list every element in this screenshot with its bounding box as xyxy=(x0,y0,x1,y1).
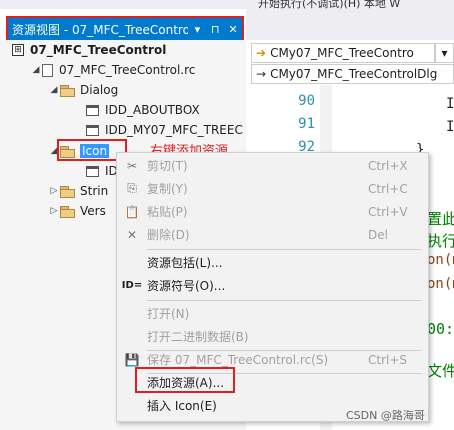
collapsed-arrow-icon[interactable]: ▷ xyxy=(48,206,60,216)
string-label: Strin xyxy=(80,184,109,198)
code-comment: 00: xyxy=(427,320,454,338)
project-icon: ⊞ xyxy=(12,44,24,56)
project-label: 07_MFC_TreeControl xyxy=(30,43,167,57)
dialog-icon xyxy=(86,104,99,116)
code-comment: 置此 xyxy=(427,210,454,228)
icon-resource-icon xyxy=(86,165,99,177)
menu-item-label: 插入 Icon(E) xyxy=(147,399,217,413)
scissors-icon: ✂ xyxy=(126,158,138,173)
code-comment: 文件 xyxy=(427,362,454,380)
watermark: CSDN @路海哥 xyxy=(346,409,425,422)
tree-item-project[interactable]: ⊞ 07_MFC_TreeControl xyxy=(12,40,166,60)
chevron-down-icon: ▾ xyxy=(441,46,448,60)
method-combo[interactable]: → CMy07_MFC_TreeControlDlg xyxy=(251,64,454,84)
line-number: 90 xyxy=(298,93,315,109)
class-combo-dropdown[interactable]: ▾ xyxy=(435,43,454,63)
code-fragment: I xyxy=(446,119,454,135)
line-number: 91 xyxy=(298,116,315,132)
menu-item-label: 保存 07_MFC_TreeControl.rc(S) xyxy=(147,353,329,367)
menu-separator xyxy=(147,249,422,250)
menu-item-label: 打开二进制数据(B) xyxy=(147,330,249,344)
tree-item-string[interactable]: ▷ Strin xyxy=(48,181,109,201)
menu-item-label: 资源符号(O)... xyxy=(147,279,226,293)
menu-item-shortcut: Ctrl+V xyxy=(368,204,408,219)
menu-item-shortcut: Del xyxy=(368,227,388,242)
menu-item-label: 打开(N) xyxy=(147,307,190,321)
tree-item-aboutbox[interactable]: IDD_ABOUTBOX xyxy=(86,100,200,120)
menu-item-label: 粘贴(P) xyxy=(147,205,188,219)
menu-item-resource-symbols[interactable]: ID= 资源符号(O)... xyxy=(117,274,426,297)
menu-item-label: 删除(D) xyxy=(147,228,190,242)
menu-item-shortcut: Ctrl+S xyxy=(368,352,408,367)
add-resource-highlight-box xyxy=(135,367,235,393)
code-comment: 执行此 xyxy=(427,232,454,250)
menu-item-shortcut: Ctrl+X xyxy=(368,158,408,173)
class-combo[interactable]: ➔ CMy07_MFC_TreeContro xyxy=(251,43,435,63)
delete-icon: ✕ xyxy=(126,227,138,242)
version-label: Vers xyxy=(80,204,106,218)
menu-item-label: 复制(Y) xyxy=(147,182,188,196)
folder-icon xyxy=(60,84,75,97)
tree-item-icon-child[interactable]: ID xyxy=(86,161,118,181)
dialog-icon xyxy=(86,124,99,136)
menu-item-label: 资源包括(L)... xyxy=(147,256,223,270)
menu-item-open-binary[interactable]: 打开二进制数据(B) xyxy=(117,325,426,348)
code-fragment: I xyxy=(446,96,454,112)
expand-arrow-icon[interactable]: ◢ xyxy=(30,65,42,75)
folder-icon xyxy=(60,185,75,198)
copy-icon: ⎘ xyxy=(127,181,137,195)
paste-icon: 📋 xyxy=(124,204,140,219)
tree-item-main-dialog[interactable]: IDD_MY07_MFC_TREEC xyxy=(86,120,243,140)
arrow-right-icon: → xyxy=(256,67,267,81)
tree-item-rc[interactable]: ◢ 07_MFC_TreeControl.rc xyxy=(30,60,196,80)
code-fragment: on(m xyxy=(427,276,454,292)
code-fragment: on(m xyxy=(427,252,454,268)
menu-item-open[interactable]: 打开(N) xyxy=(117,302,426,325)
menu-item-delete[interactable]: ✕ 删除(D) Del xyxy=(117,223,426,246)
menu-separator xyxy=(147,300,422,301)
folder-icon xyxy=(60,205,75,218)
aboutbox-label: IDD_ABOUTBOX xyxy=(105,103,200,117)
dialog-label: Dialog xyxy=(80,83,119,97)
id-symbol-icon: ID= xyxy=(121,280,143,291)
arrow-right-icon: ➔ xyxy=(256,46,267,60)
menu-item-shortcut: Ctrl+C xyxy=(368,181,408,196)
method-combo-value: CMy07_MFC_TreeControlDlg xyxy=(270,67,438,81)
menu-item-label: 剪切(T) xyxy=(147,159,188,173)
rc-label: 07_MFC_TreeControl.rc xyxy=(59,63,196,77)
class-combo-value: CMy07_MFC_TreeContro xyxy=(270,46,414,60)
expand-arrow-icon[interactable]: ◢ xyxy=(48,85,60,95)
collapsed-arrow-icon[interactable]: ▷ xyxy=(48,186,60,196)
editor-topbar xyxy=(246,9,454,40)
tree-item-version[interactable]: ▷ Vers xyxy=(48,201,106,221)
menu-item-paste[interactable]: 📋 粘贴(P) Ctrl+V xyxy=(117,200,426,223)
menu-item-copy[interactable]: ⎘ 复制(Y) Ctrl+C xyxy=(117,177,426,200)
save-icon: 💾 xyxy=(124,352,140,367)
menu-item-resource-includes[interactable]: 资源包括(L)... xyxy=(117,251,426,274)
rc-file-icon xyxy=(42,63,53,77)
menu-item-cut[interactable]: ✂ 剪切(T) Ctrl+X xyxy=(117,154,426,177)
tree-item-dialog[interactable]: ◢ Dialog xyxy=(48,80,119,100)
title-highlight-box xyxy=(6,16,244,42)
main-dialog-label: IDD_MY07_MFC_TREEC xyxy=(105,123,243,137)
